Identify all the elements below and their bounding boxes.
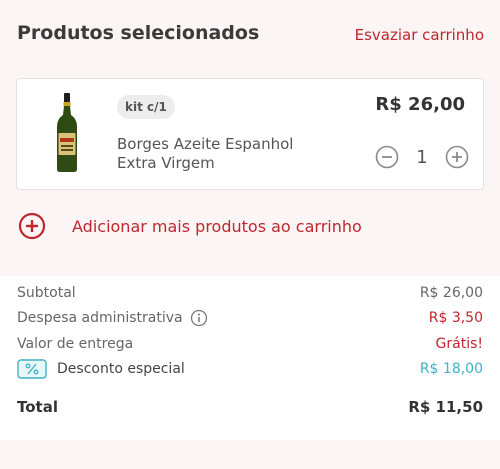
discount-row: Desconto especial R$ 18,00 [17, 357, 483, 383]
delivery-label: Valor de entrega [17, 335, 134, 352]
info-icon[interactable] [190, 309, 208, 327]
delivery-value: Grátis! [435, 335, 483, 352]
admin-fee-row: Despesa administrativa R$ 3,50 [17, 306, 483, 332]
percent-tag-icon [17, 359, 47, 379]
order-summary: Subtotal R$ 26,00 Despesa administrativa… [17, 280, 483, 420]
product-price: R$ 26,00 [375, 94, 465, 115]
cart-item-card: kit c/1 R$ 26,00 Borges Azeite Espanhol … [16, 78, 484, 190]
kit-badge: kit c/1 [117, 95, 175, 119]
product-name-line-1: Borges Azeite Espanhol [117, 135, 294, 153]
product-name-line-2: Extra Virgem [117, 154, 215, 172]
subtotal-label: Subtotal [17, 284, 76, 301]
discount-value: R$ 18,00 [419, 361, 483, 378]
total-value: R$ 11,50 [408, 397, 483, 416]
admin-fee-label-group: Despesa administrativa [17, 309, 208, 327]
add-more-products-button[interactable]: Adicionar mais produtos ao carrinho [18, 212, 362, 240]
plus-circle-icon[interactable] [445, 145, 469, 169]
discount-label-group: Desconto especial [17, 359, 185, 379]
total-label: Total [17, 397, 58, 416]
total-row: Total R$ 11,50 [17, 394, 483, 420]
add-more-products-label: Adicionar mais produtos ao carrinho [72, 216, 362, 236]
subtotal-row: Subtotal R$ 26,00 [17, 280, 483, 306]
discount-label: Desconto especial [57, 361, 185, 378]
subtotal-value: R$ 26,00 [419, 284, 483, 301]
page-title: Produtos selecionados [17, 22, 260, 44]
olive-oil-bottle-icon [57, 93, 77, 172]
minus-circle-icon[interactable] [375, 145, 399, 169]
quantity-stepper: 1 [375, 145, 469, 169]
footer-band [0, 440, 500, 469]
plus-circle-icon [18, 212, 46, 240]
product-name: Borges Azeite Espanhol Extra Virgem [117, 135, 327, 173]
quantity-value: 1 [416, 146, 428, 168]
delivery-row: Valor de entrega Grátis! [17, 331, 483, 357]
admin-fee-label: Despesa administrativa [17, 310, 183, 327]
empty-cart-link[interactable]: Esvaziar carrinho [355, 26, 484, 44]
admin-fee-value: R$ 3,50 [428, 310, 483, 327]
